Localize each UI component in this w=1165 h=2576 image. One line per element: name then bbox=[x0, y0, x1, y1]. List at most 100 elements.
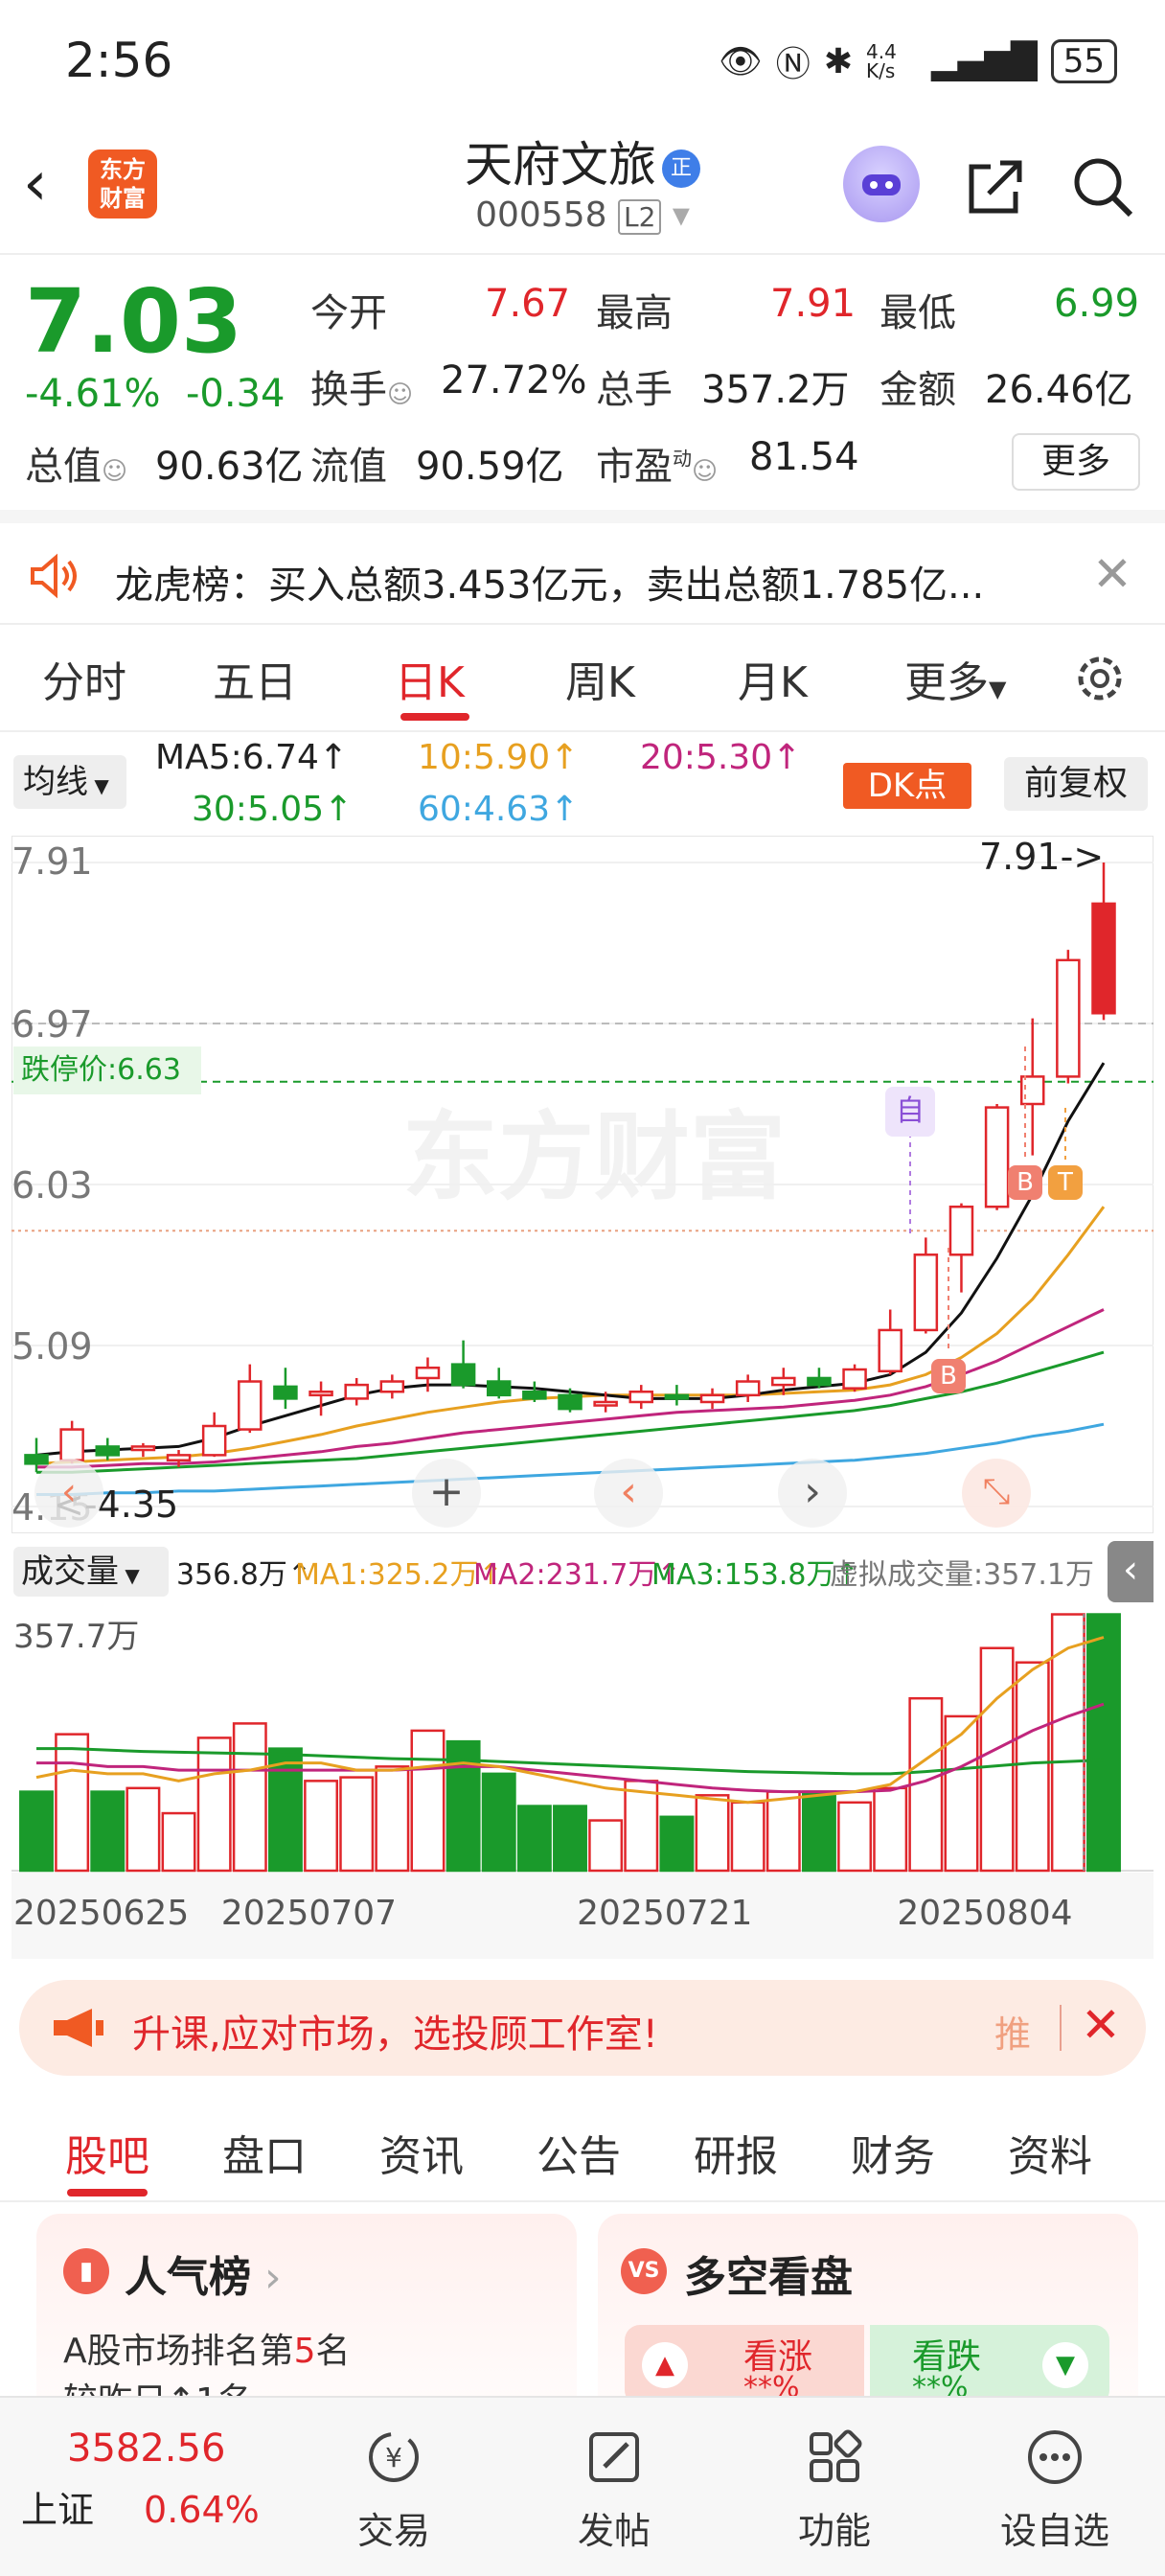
candle-body bbox=[1091, 902, 1116, 1015]
bull-button[interactable]: ▲ 看涨 **% bbox=[625, 2325, 864, 2405]
close-icon[interactable]: ✕ bbox=[1081, 1997, 1121, 2053]
tab-more[interactable]: 更多▼ bbox=[904, 648, 1006, 709]
caret-down-icon: ▼ bbox=[989, 676, 1007, 702]
candle-body bbox=[1056, 958, 1081, 1078]
mktcap-label[interactable]: 总值☺ bbox=[25, 435, 127, 491]
chevron-right-icon[interactable]: › bbox=[778, 1459, 847, 1528]
tab-news[interactable]: 资讯 bbox=[379, 2122, 464, 2183]
high-marker: 7.91-> bbox=[979, 836, 1105, 878]
arrow-down-icon: ▼ bbox=[1042, 2342, 1088, 2388]
battery-icon: 55 bbox=[1050, 39, 1117, 83]
vol-ma1: MA1:325.2万↑ bbox=[295, 1558, 503, 1592]
settings-gear-icon[interactable] bbox=[1071, 650, 1129, 707]
limit-down-label: 跌停价:6.63 bbox=[13, 1046, 201, 1094]
ma-select[interactable]: 均线 ▼ bbox=[13, 755, 126, 809]
index-ticker[interactable]: 3582.56 上证 0.64% bbox=[21, 2426, 289, 2533]
edit-icon bbox=[589, 2432, 639, 2482]
share-icon[interactable] bbox=[962, 153, 1029, 220]
candle-body bbox=[59, 1428, 84, 1461]
collapse-panel-icon[interactable]: ‹ bbox=[1108, 1541, 1154, 1602]
expand-icon[interactable]: ⤡ bbox=[962, 1459, 1031, 1528]
x-date-label: 20250721 bbox=[577, 1894, 752, 1933]
popularity-title: 人气榜 › bbox=[125, 2242, 282, 2304]
adjust-mode-button[interactable]: 前复权 bbox=[1004, 757, 1148, 811]
trade-icon: ¥ bbox=[369, 2432, 419, 2482]
vol-ma3: MA3:153.8万↑ bbox=[651, 1558, 859, 1592]
open-value: 7.67 bbox=[485, 282, 571, 326]
self-marker[interactable]: 自 bbox=[885, 1087, 935, 1137]
candle-body bbox=[450, 1363, 476, 1387]
dragon-tiger-bar[interactable]: 龙虎榜：买入总额3.453亿元，卖出总额1.785亿... ✕ bbox=[0, 510, 1165, 625]
stock-code: 000558 bbox=[475, 196, 607, 235]
candle-body bbox=[238, 1380, 263, 1431]
volume-bar bbox=[196, 1736, 232, 1873]
more-button[interactable]: 更多 bbox=[1012, 433, 1140, 491]
volume-select[interactable]: 成交量 ▼ bbox=[13, 1547, 169, 1597]
tab-profile[interactable]: 资料 bbox=[1008, 2122, 1092, 2183]
pe-label[interactable]: 市盈动☺ bbox=[596, 435, 718, 491]
buy-marker[interactable]: B bbox=[931, 1359, 966, 1393]
volume-bar bbox=[1015, 1661, 1050, 1873]
mktcap-label-text: 总值 bbox=[25, 445, 102, 489]
vol-ma2: MA2:231.7万↑ bbox=[473, 1558, 681, 1592]
candle bbox=[984, 1104, 1010, 1210]
tab-announcements[interactable]: 公告 bbox=[537, 2122, 621, 2183]
tab-daily-k[interactable]: 日K bbox=[395, 648, 465, 709]
nav-add-watchlist[interactable]: 设自选 bbox=[983, 2426, 1127, 2554]
volume-bar bbox=[232, 1722, 267, 1873]
chevron-left-icon[interactable]: ‹ bbox=[594, 1459, 663, 1528]
tab-weekly-k[interactable]: 周K bbox=[565, 648, 635, 709]
more-circle-icon bbox=[1028, 2430, 1082, 2484]
amount-label: 金额 bbox=[879, 368, 956, 412]
close-icon[interactable]: ✕ bbox=[1092, 546, 1132, 602]
nav-post[interactable]: 发帖 bbox=[542, 2426, 686, 2554]
volume-bar bbox=[979, 1646, 1015, 1873]
volume-bar bbox=[624, 1780, 659, 1873]
chevron-left-icon[interactable]: ‹ bbox=[34, 1459, 103, 1528]
popularity-title-text: 人气榜 bbox=[125, 2253, 251, 2302]
tab-research[interactable]: 研报 bbox=[694, 2122, 778, 2183]
dk-point-button[interactable]: DK点 bbox=[843, 763, 971, 809]
nav-functions[interactable]: 功能 bbox=[763, 2426, 906, 2554]
vs-icon: VS bbox=[621, 2248, 667, 2294]
signal-icon: ▂▄▆█ bbox=[930, 41, 1038, 81]
nav-trade[interactable]: ¥ 交易 bbox=[322, 2426, 466, 2554]
volume-chart[interactable]: 20250625 20250707 20250721 20250804 bbox=[11, 1602, 1154, 1959]
period-tabs: 分时 五日 日K 周K 月K 更多▼ bbox=[0, 627, 1165, 732]
tab-pankou[interactable]: 盘口 bbox=[222, 2122, 307, 2183]
high-value: 7.91 bbox=[770, 282, 857, 326]
index-percent: 0.64% bbox=[144, 2489, 260, 2531]
volume-bar bbox=[837, 1801, 873, 1873]
volume-bar bbox=[267, 1747, 303, 1873]
search-icon[interactable] bbox=[1069, 153, 1136, 220]
pe-value: 81.54 bbox=[749, 435, 859, 479]
candle-body bbox=[273, 1385, 298, 1400]
bear-button[interactable]: 看跌 **% ▼ bbox=[870, 2325, 1109, 2405]
tab-five-day[interactable]: 五日 bbox=[213, 648, 297, 709]
tab-finance[interactable]: 财务 bbox=[851, 2122, 935, 2183]
kline-chart[interactable]: 东方财富 7.916.976.035.094.15 bbox=[11, 836, 1154, 1533]
ai-robot-icon[interactable] bbox=[843, 146, 920, 222]
tab-intraday[interactable]: 分时 bbox=[42, 648, 126, 709]
promo-text: 升课,应对市场，选投顾工作室! bbox=[132, 2012, 658, 2057]
candle-body bbox=[878, 1328, 902, 1373]
candle-body bbox=[201, 1424, 227, 1457]
volume-bar bbox=[1086, 1613, 1121, 1873]
zoom-in-icon[interactable]: + bbox=[412, 1459, 481, 1528]
bar-chart-icon: ▮ bbox=[63, 2248, 109, 2294]
divider bbox=[1060, 2005, 1062, 2051]
volume-bar bbox=[588, 1819, 624, 1873]
t-marker[interactable]: T bbox=[1048, 1165, 1083, 1200]
low-value: 6.99 bbox=[1054, 282, 1140, 326]
ma30-value: 30:5.05↑ bbox=[192, 790, 354, 829]
volume-bar bbox=[161, 1811, 196, 1873]
tab-monthly-k[interactable]: 月K bbox=[738, 648, 808, 709]
bull-bear-title: 多空看盘 bbox=[684, 2253, 853, 2302]
candle-body bbox=[842, 1368, 867, 1390]
promo-banner[interactable]: 升课,应对市场，选投顾工作室! 推 ✕ bbox=[19, 1980, 1146, 2076]
tab-guba[interactable]: 股吧 bbox=[65, 2122, 149, 2183]
turnover-label[interactable]: 换手☺ bbox=[310, 358, 413, 414]
volume-label: 总手 bbox=[596, 368, 673, 412]
buy-marker[interactable]: B bbox=[1008, 1165, 1042, 1200]
promo-tag: 推 bbox=[994, 2013, 1032, 2056]
